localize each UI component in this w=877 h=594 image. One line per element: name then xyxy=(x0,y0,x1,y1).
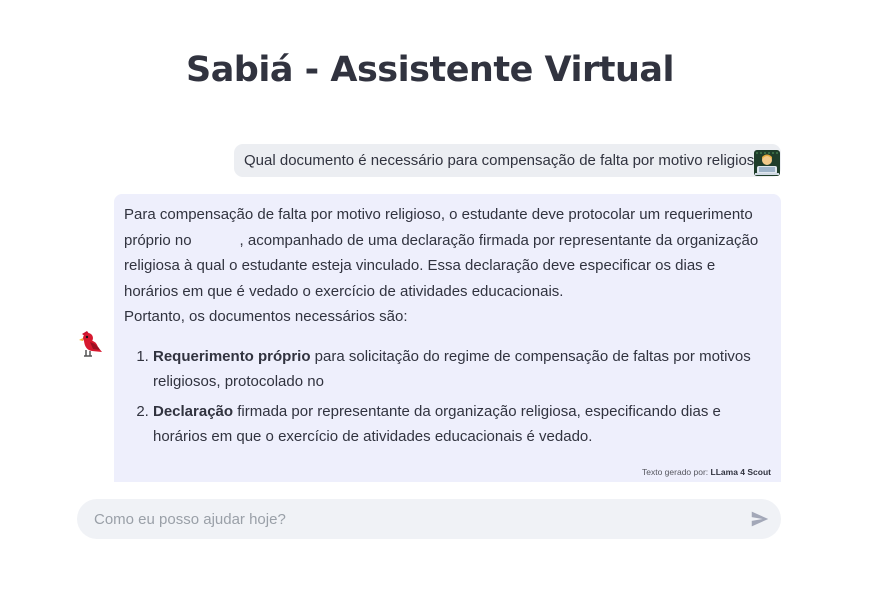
chat-input[interactable] xyxy=(94,499,734,539)
list-item-text: firmada por representante da organização… xyxy=(153,402,721,446)
user-message-bubble: Qual documento é necessário para compens… xyxy=(234,144,781,177)
person-at-laptop-icon xyxy=(754,150,780,176)
assistant-intro-paragraph: Para compensação de falta por motivo rel… xyxy=(124,202,771,304)
chat-page: Sabiá - Assistente Virtual Qual document… xyxy=(0,0,877,594)
required-documents-list: Requerimento próprio para solicitação do… xyxy=(124,344,771,450)
model-credit: Texto gerado por: LLama 4 Scout xyxy=(642,466,771,478)
credit-model-name: LLama 4 Scout xyxy=(710,467,771,477)
user-message-row: Qual documento é necessário para compens… xyxy=(234,144,781,177)
list-item-title: Declaração xyxy=(153,402,234,420)
credit-prefix: Texto gerado por: xyxy=(642,467,709,477)
page-title: Sabiá - Assistente Virtual xyxy=(185,50,675,90)
assistant-message-bubble: Para compensação de falta por motivo rel… xyxy=(114,194,781,482)
send-icon[interactable] xyxy=(749,508,771,530)
red-bird-icon xyxy=(79,331,102,357)
list-item: Requerimento próprio para solicitação do… xyxy=(153,344,771,395)
assistant-intro-part2: , acompanhado de uma declaração firmada … xyxy=(124,231,759,300)
list-item: Declaração firmada por representante da … xyxy=(153,399,771,450)
chat-input-bar xyxy=(77,499,781,539)
list-item-title: Requerimento próprio xyxy=(153,347,311,365)
assistant-summary: Portanto, os documentos necessários são: xyxy=(124,308,408,325)
